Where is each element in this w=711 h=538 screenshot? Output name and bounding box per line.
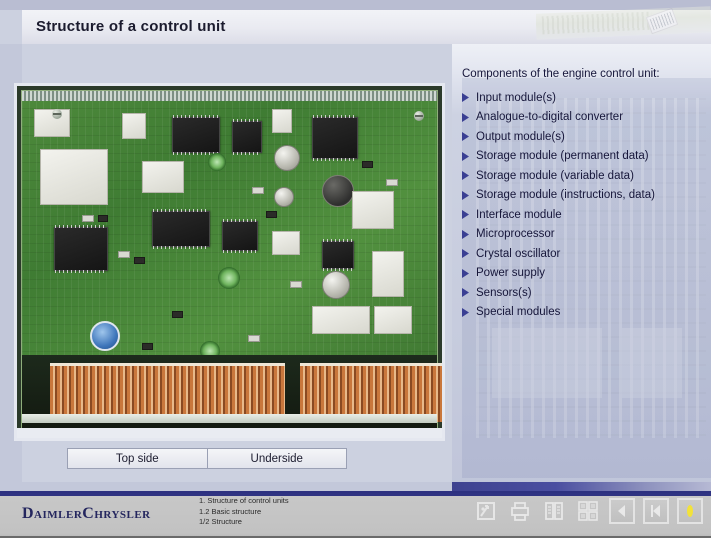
list-item: Analogue-to-digital converter [462, 108, 706, 128]
bullet-triangle-icon [462, 288, 476, 298]
previous-page-icon[interactable] [609, 498, 635, 524]
bullet-triangle-icon [462, 132, 476, 142]
list-item: Storage module (permanent data) [462, 147, 706, 167]
footer-navigation [473, 498, 703, 524]
exit-icon[interactable] [473, 498, 499, 524]
first-page-icon[interactable] [643, 498, 669, 524]
list-item-label: Crystal oscillator [476, 247, 561, 260]
list-item-label: Analogue-to-digital converter [476, 111, 624, 124]
panel-heading: Components of the engine control unit: [462, 68, 660, 80]
list-item-label: Microprocessor [476, 228, 555, 241]
slide-root: Structure of a control unit Top side Und… [0, 0, 711, 538]
list-item: Storage module (instructions, data) [462, 186, 706, 206]
list-item-label: Storage module (variable data) [476, 169, 634, 182]
list-item: Storage module (variable data) [462, 166, 706, 186]
daimlerchrysler-logo: DaimlerChrysler [22, 505, 151, 522]
control-unit-photo [14, 83, 445, 441]
list-item: Interface module [462, 205, 706, 225]
overview-grid-icon[interactable] [575, 498, 601, 524]
next-page-icon[interactable] [677, 498, 703, 524]
list-item-label: Input module(s) [476, 91, 556, 104]
breadcrumb-line-3: 1/2 Structure [199, 517, 242, 526]
list-item: Output module(s) [462, 127, 706, 147]
bullet-triangle-icon [462, 229, 476, 239]
list-item-label: Storage module (permanent data) [476, 150, 649, 163]
list-item: Special modules [462, 303, 706, 323]
bullet-triangle-icon [462, 93, 476, 103]
book-index-icon[interactable] [541, 498, 567, 524]
panel-bottom-accent [452, 482, 711, 491]
bullet-triangle-icon [462, 249, 476, 259]
list-item: Sensors(s) [462, 283, 706, 303]
left-bottom-strip [0, 482, 452, 491]
list-item-label: Special modules [476, 306, 561, 319]
list-item-label: Output module(s) [476, 130, 565, 143]
bullet-triangle-icon [462, 210, 476, 220]
list-item: Microprocessor [462, 225, 706, 245]
bullet-triangle-icon [462, 151, 476, 161]
breadcrumb: 1. Structure of control units 1.2 Basic … [199, 496, 289, 528]
components-list: Input module(s) Analogue-to-digital conv… [462, 88, 706, 322]
list-item-label: Power supply [476, 267, 546, 280]
print-icon[interactable] [507, 498, 533, 524]
breadcrumb-line-2: 1.2 Basic structure [199, 506, 262, 516]
bullet-triangle-icon [462, 268, 476, 278]
breadcrumb-line-1: 1. Structure of control units [199, 496, 289, 505]
list-item-label: Interface module [476, 208, 562, 221]
bullet-triangle-icon [462, 112, 476, 122]
list-item: Input module(s) [462, 88, 706, 108]
list-item-label: Storage module (instructions, data) [476, 189, 655, 202]
bullet-triangle-icon [462, 190, 476, 200]
list-item-label: Sensors(s) [476, 286, 532, 299]
list-item: Power supply [462, 264, 706, 284]
components-panel: Components of the engine control unit: I… [452, 44, 711, 491]
list-item: Crystal oscillator [462, 244, 706, 264]
bullet-triangle-icon [462, 171, 476, 181]
view-toggle-buttons: Top side Underside [67, 448, 347, 469]
decorative-circuit-image [536, 2, 711, 44]
bullet-triangle-icon [462, 307, 476, 317]
page-title: Structure of a control unit [36, 18, 226, 35]
underside-button[interactable]: Underside [206, 448, 347, 469]
top-side-button[interactable]: Top side [67, 448, 207, 469]
